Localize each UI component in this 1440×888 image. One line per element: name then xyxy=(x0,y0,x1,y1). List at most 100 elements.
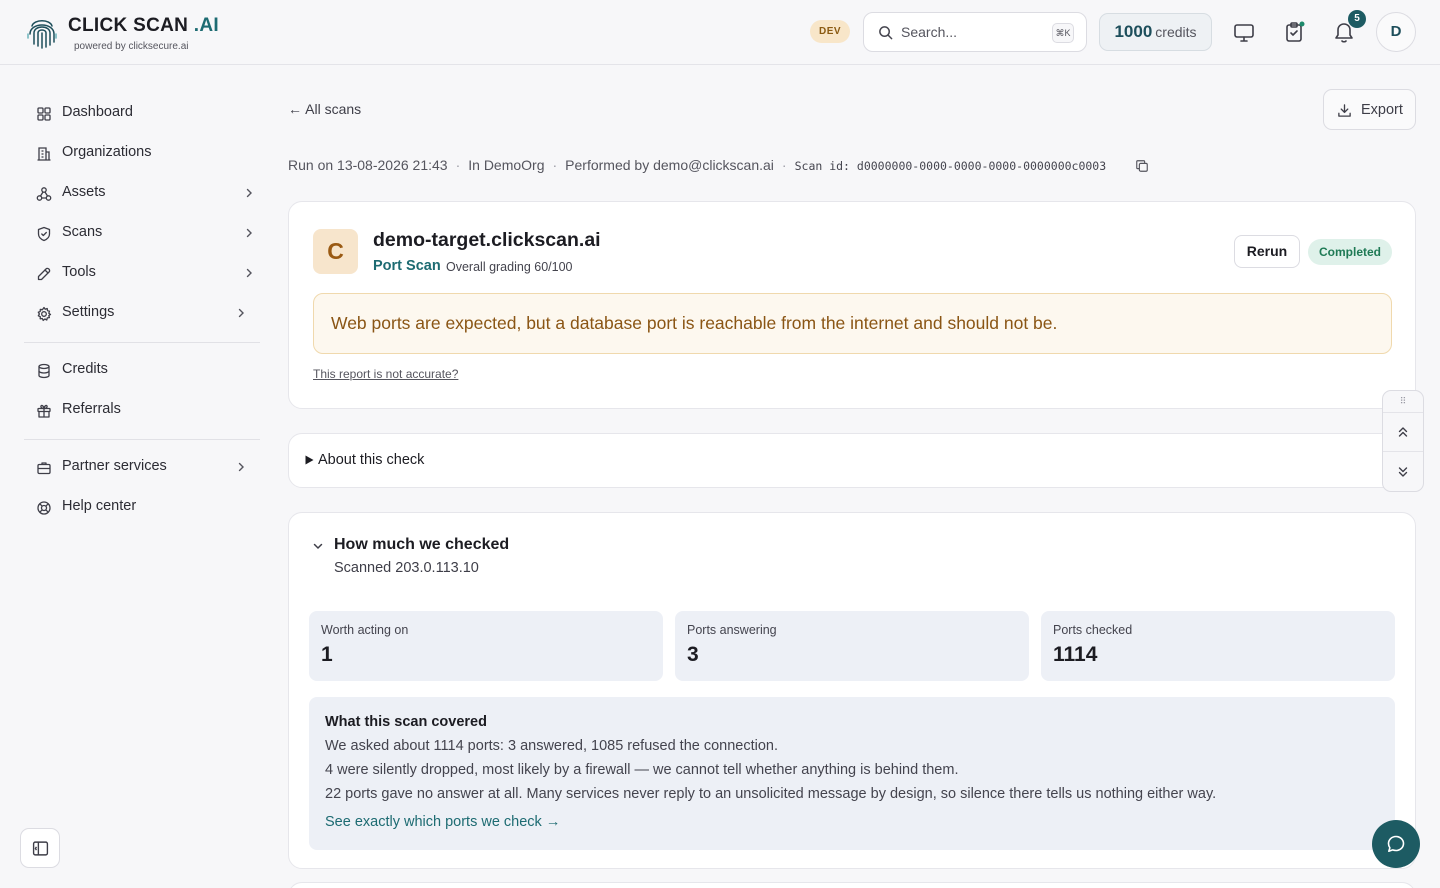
report-inaccurate-link[interactable]: This report is not accurate? xyxy=(313,367,458,381)
chevron-right-icon xyxy=(246,268,252,278)
sidebar-item-organizations[interactable]: Organizations xyxy=(24,136,260,170)
sidebar-item-label: Assets xyxy=(62,184,106,200)
sidebar-toggle-icon xyxy=(32,841,49,856)
sidebar-item-label: Referrals xyxy=(62,401,121,417)
grade-badge: C xyxy=(313,229,358,274)
briefcase-icon xyxy=(37,462,51,475)
sidebar-item-label: Partner services xyxy=(62,458,167,474)
env-badge: DEV xyxy=(810,20,850,43)
summary-text: Web ports are expected, but a database p… xyxy=(331,313,1058,333)
chevron-right-icon xyxy=(246,228,252,238)
sidebar-item-scans[interactable]: Scans xyxy=(24,216,260,250)
scroll-to-top-button[interactable] xyxy=(1383,413,1423,452)
shield-icon xyxy=(37,226,51,242)
brand-suffix: .AI xyxy=(188,15,219,36)
grid-icon xyxy=(37,107,51,121)
fingerprint-logo-icon[interactable] xyxy=(27,14,57,50)
scan-metadata: Run on 13-08-2026 21:43 · In DemoOrg · Perfo… xyxy=(288,157,1107,173)
stat-label: Ports answering xyxy=(687,623,777,637)
stat-ports-answering: Ports answering 3 xyxy=(675,611,1029,681)
brand-subtitle: powered by clicksecure.ai xyxy=(74,41,189,52)
drag-handle[interactable]: ⠿ xyxy=(1383,391,1423,413)
chat-bubble-icon xyxy=(1387,835,1405,852)
notification-count-badge: 5 xyxy=(1348,10,1366,28)
collapse-sidebar-button[interactable] xyxy=(20,828,60,868)
performed-by: Performed by demo@clickscan.ai xyxy=(565,157,774,173)
building-icon xyxy=(37,147,51,161)
export-label: Export xyxy=(1361,102,1403,118)
sidebar-item-help-center[interactable]: Help center xyxy=(24,490,260,524)
sidebar-item-referrals[interactable]: Referrals xyxy=(24,393,260,427)
gear-icon xyxy=(37,306,52,322)
sidebar-item-label: Organizations xyxy=(62,144,152,160)
scan-result-card: C demo-target.clickscan.ai Port Scan Ove… xyxy=(288,201,1416,409)
sidebar-item-credits[interactable]: Credits xyxy=(24,353,260,387)
next-card xyxy=(288,882,1416,888)
summary-alert: Web ports are expected, but a database p… xyxy=(313,293,1392,354)
run-date: Run on 13-08-2026 21:43 xyxy=(288,157,448,173)
clipboard-check-icon[interactable] xyxy=(1282,20,1306,44)
coverage-line: 22 ports gave no answer at all. Many ser… xyxy=(325,786,1217,802)
chevron-right-icon xyxy=(246,188,252,198)
sidebar-divider xyxy=(24,342,260,343)
stat-ports-checked: Ports checked 1114 xyxy=(1041,611,1395,681)
download-icon xyxy=(1338,104,1351,117)
gift-icon xyxy=(37,404,51,418)
copy-icon[interactable] xyxy=(1135,159,1149,173)
about-check-disclosure[interactable]: About this check xyxy=(288,433,1416,488)
chat-button[interactable] xyxy=(1372,820,1420,868)
top-bar: CLICK SCAN .AI powered by clicksecure.ai… xyxy=(0,0,1440,65)
monitor-icon[interactable] xyxy=(1232,20,1256,44)
brand-name[interactable]: CLICK SCAN .AI xyxy=(68,15,219,37)
sidebar-item-assets[interactable]: Assets xyxy=(24,176,260,210)
database-icon xyxy=(38,363,50,379)
scroll-controls: ⠿ xyxy=(1382,390,1424,492)
overall-grading: Overall grading 60/100 xyxy=(446,260,573,274)
chevrons-down-icon xyxy=(1398,467,1408,477)
user-avatar[interactable]: D xyxy=(1376,12,1416,52)
sidebar-item-label: Settings xyxy=(62,304,115,320)
sidebar-item-dashboard[interactable]: Dashboard xyxy=(24,96,260,130)
scan-type: Port Scan xyxy=(373,258,441,274)
org-name: In DemoOrg xyxy=(468,157,545,173)
search-input[interactable]: Search... ⌘K xyxy=(863,12,1087,52)
scroll-to-bottom-button[interactable] xyxy=(1383,453,1423,491)
coverage-line: 4 were silently dropped, most likely by … xyxy=(325,762,959,778)
wrench-icon xyxy=(37,267,51,281)
triangle-right-icon xyxy=(305,455,314,465)
brand-name-text: CLICK SCAN xyxy=(68,15,189,36)
about-check-label: About this check xyxy=(318,452,425,468)
stat-value: 1114 xyxy=(1053,643,1098,666)
stat-value: 1 xyxy=(321,643,333,666)
credits-button[interactable]: 1000 credits xyxy=(1099,13,1212,51)
stat-value: 3 xyxy=(687,643,699,666)
back-to-all-scans-link[interactable]: ← All scans xyxy=(288,101,361,117)
target-hostname: demo-target.clickscan.ai xyxy=(373,229,601,251)
rerun-button[interactable]: Rerun xyxy=(1234,235,1300,268)
chevron-right-icon xyxy=(238,308,244,318)
scan-id: Scan id: d0000000-0000-0000-0000-0000000… xyxy=(794,159,1107,173)
status-badge: Completed xyxy=(1308,239,1392,265)
stat-worth-acting-on: Worth acting on 1 xyxy=(309,611,663,681)
chevron-right-icon xyxy=(238,462,244,472)
coverage-line: We asked about 1114 ports: 3 answered, 1… xyxy=(325,738,779,754)
sidebar-item-partner-services[interactable]: Partner services xyxy=(24,450,260,484)
section-title: How much we checked xyxy=(334,536,510,553)
sidebar-item-tools[interactable]: Tools xyxy=(24,256,260,290)
sidebar-item-label: Help center xyxy=(62,498,137,514)
sidebar-item-label: Credits xyxy=(62,361,108,377)
scanned-target: Scanned 203.0.113.10 xyxy=(334,560,479,576)
sidebar-item-settings[interactable]: Settings xyxy=(24,296,260,330)
stat-label: Ports checked xyxy=(1053,623,1133,637)
coverage-title: What this scan covered xyxy=(325,714,487,730)
export-button[interactable]: Export xyxy=(1323,89,1416,130)
how-much-checked-card: How much we checked Scanned 203.0.113.10… xyxy=(288,512,1416,869)
search-shortcut: ⌘K xyxy=(1052,23,1074,43)
credits-label: credits xyxy=(1155,24,1197,40)
network-icon xyxy=(36,187,52,201)
chevron-down-icon[interactable] xyxy=(312,540,324,552)
sidebar-divider xyxy=(24,439,260,440)
search-placeholder: Search... xyxy=(901,24,958,40)
see-checked-ports-link[interactable]: See exactly which ports we check → xyxy=(325,814,560,830)
sidebar-item-label: Dashboard xyxy=(62,104,133,120)
